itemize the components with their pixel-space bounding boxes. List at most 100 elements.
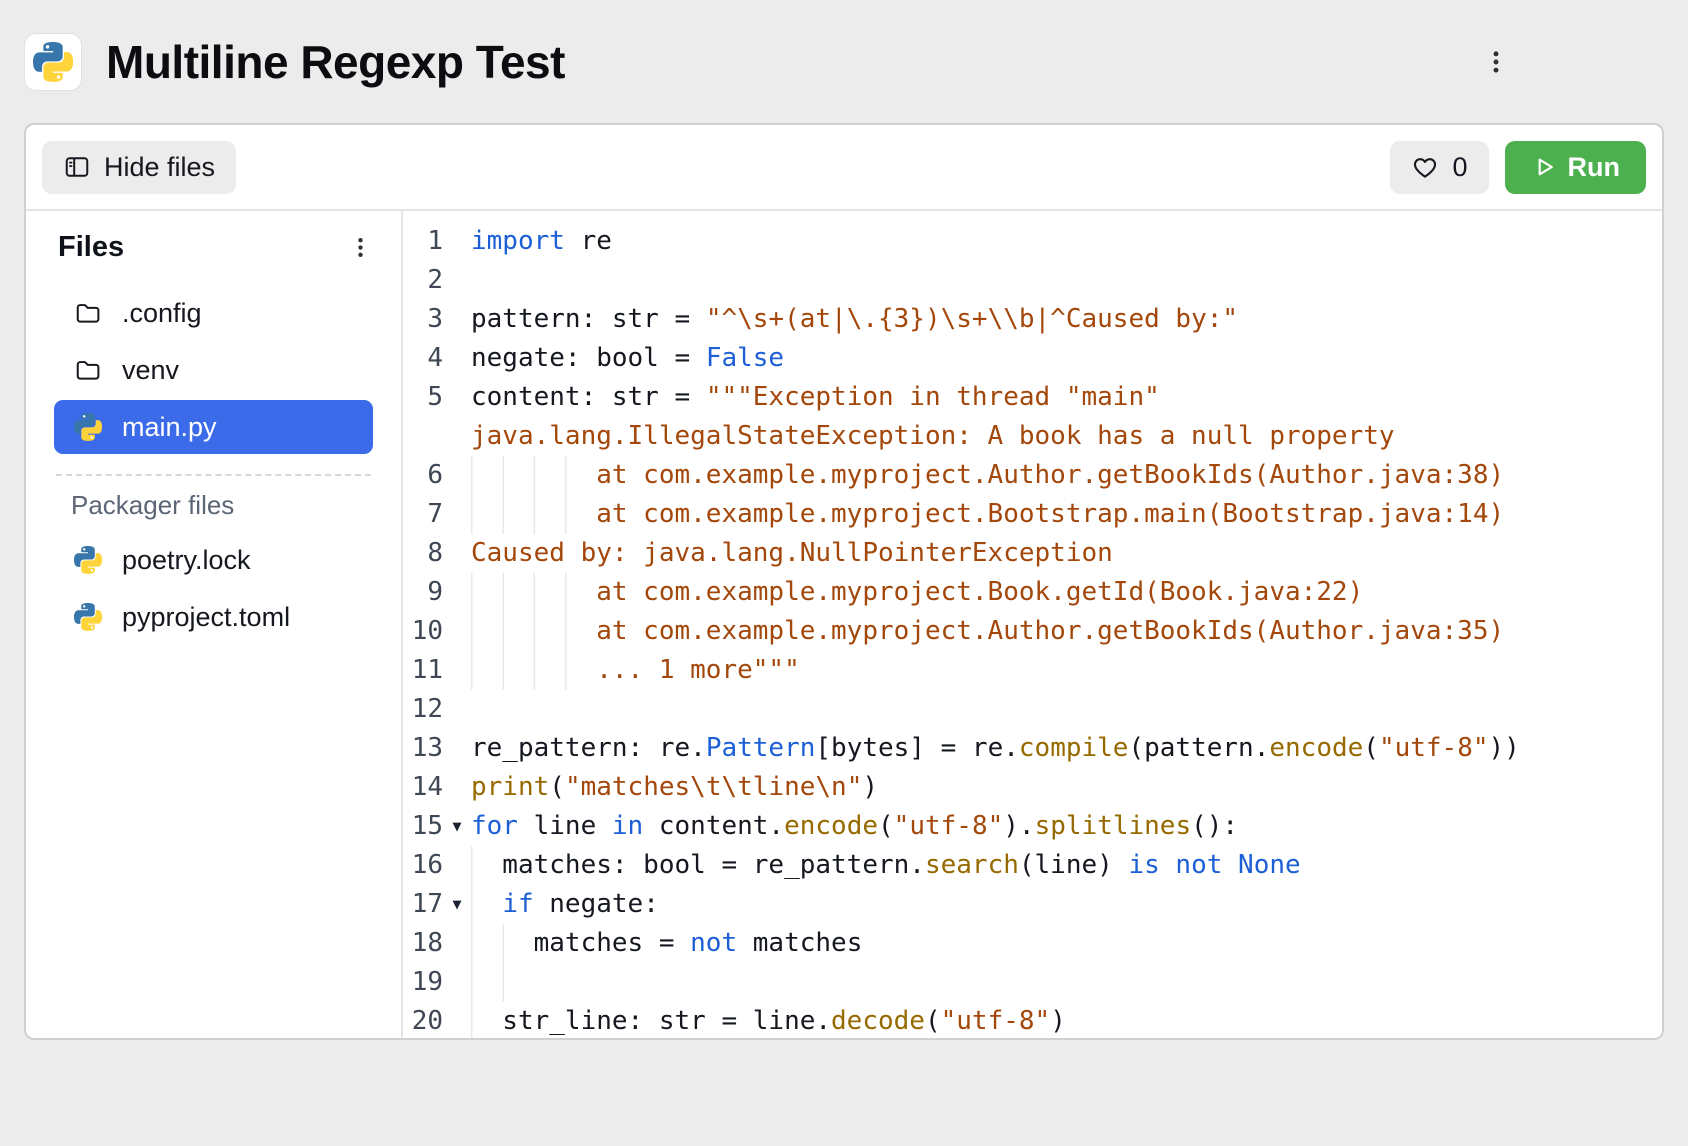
code-line: 13re_pattern: re.Pattern[bytes] = re.com… <box>407 729 1662 768</box>
code-line: 11 ... 1 more""" <box>407 651 1662 690</box>
token-plain: ( <box>1363 733 1379 763</box>
line-number: 6 <box>407 456 443 495</box>
line-number: 9 <box>407 573 443 612</box>
code-line: 9 at com.example.myproject.Book.getId(Bo… <box>407 573 1662 612</box>
token-str: at com.example.myproject.Book.getId(Book… <box>471 577 1363 607</box>
run-button[interactable]: Run <box>1505 141 1646 194</box>
line-number: 10 <box>407 612 443 651</box>
line-number: 4 <box>407 339 443 378</box>
line-number: 11 <box>407 651 443 690</box>
sidebar-item-poetry-lock[interactable]: poetry.lock <box>54 533 373 587</box>
code-text: pattern: str = "^\s+(at|\.{3})\s+\\b|^Ca… <box>471 300 1662 339</box>
code-text: at com.example.myproject.Author.getBookI… <box>471 612 1662 651</box>
file-label: main.py <box>122 412 217 443</box>
files-menu-button[interactable] <box>344 231 377 264</box>
file-label: venv <box>122 355 179 386</box>
indent-guides <box>471 573 592 612</box>
fold-spacer <box>443 261 471 300</box>
token-plain <box>1160 850 1176 880</box>
files-header: Files <box>26 231 401 264</box>
indent-guides <box>471 885 498 924</box>
token-plain: matches: bool = re_pattern. <box>471 850 925 880</box>
line-number: 8 <box>407 534 443 573</box>
code-line: java.lang.IllegalStateException: A book … <box>407 417 1662 456</box>
code-line: 8 Caused by: java.lang.NullPointerExcepti… <box>407 534 1662 573</box>
token-func: print <box>471 772 549 802</box>
code-line: 19 <box>407 963 1662 1002</box>
indent-guides <box>471 456 592 495</box>
app-header: Multiline Regexp Test <box>0 0 1688 123</box>
token-func: search <box>925 850 1019 880</box>
header-menu-button[interactable] <box>1476 42 1516 82</box>
token-str: "matches\t\tline\n" <box>565 772 862 802</box>
indent-guides <box>471 963 530 1002</box>
folder-icon <box>74 356 102 384</box>
token-kw: if <box>502 889 533 919</box>
token-plain: pattern: str = <box>471 304 706 334</box>
line-number: 7 <box>407 495 443 534</box>
token-plain: re <box>565 226 612 256</box>
files-panel-icon <box>63 153 91 181</box>
python-file-icon <box>74 546 102 574</box>
code-line: 14 print("matches\t\tline\n") <box>407 768 1662 807</box>
hide-files-button[interactable]: Hide files <box>42 141 236 194</box>
token-kw: None <box>1238 850 1301 880</box>
sidebar-item-config[interactable]: .config <box>54 286 373 340</box>
line-number: 14 <box>407 768 443 807</box>
line-number: 5 <box>407 378 443 417</box>
code-text: matches: bool = re_pattern.search(line) … <box>471 846 1662 885</box>
toolbar: Hide files 0 Run <box>26 125 1662 211</box>
token-plain: ( <box>549 772 565 802</box>
token-plain: ) <box>862 772 878 802</box>
python-file-icon <box>74 413 102 441</box>
sidebar-item-pyproject-toml[interactable]: pyproject.toml <box>54 590 373 644</box>
code-text: matches = not matches <box>471 924 1662 963</box>
code-line: 16 matches: bool = re_pattern.search(lin… <box>407 846 1662 885</box>
token-func: encode <box>1269 733 1363 763</box>
token-plain <box>1222 850 1238 880</box>
code-text: ... 1 more""" <box>471 651 1662 690</box>
fold-spacer <box>443 768 471 807</box>
token-plain: content. <box>643 811 784 841</box>
code-line: 6 at com.example.myproject.Author.getBoo… <box>407 456 1662 495</box>
code-text: print("matches\t\tline\n") <box>471 768 1662 807</box>
indent-guides <box>471 651 592 690</box>
line-number: 20 <box>407 1002 443 1038</box>
code-text: import re <box>471 222 1662 261</box>
token-str: "^\s+(at|\.{3})\s+\\b|^Caused by:" <box>706 304 1238 334</box>
token-str: at com.example.myproject.Author.getBookI… <box>471 616 1504 646</box>
sidebar-item-main-py[interactable]: main.py <box>54 400 373 454</box>
token-func: compile <box>1019 733 1129 763</box>
token-kw: not <box>690 928 737 958</box>
code-line: 12 <box>407 690 1662 729</box>
line-number: 16 <box>407 846 443 885</box>
code-text: at com.example.myproject.Book.getId(Book… <box>471 573 1662 612</box>
code-text <box>471 690 1662 729</box>
token-kw: for <box>471 811 518 841</box>
token-str: "utf-8" <box>894 811 1004 841</box>
token-plain: (pattern. <box>1128 733 1269 763</box>
sidebar-item-venv[interactable]: venv <box>54 343 373 397</box>
code-text: Caused by: java.lang.NullPointerExceptio… <box>471 534 1662 573</box>
fold-spacer <box>443 222 471 261</box>
page-title: Multiline Regexp Test <box>106 35 565 89</box>
indent-guides <box>471 924 530 963</box>
token-plain: (line) <box>1019 850 1129 880</box>
code-editor[interactable]: 1import re23pattern: str = "^\s+(at|\.{3… <box>403 211 1662 1038</box>
packager-files-title: Packager files <box>26 490 401 521</box>
fold-spacer <box>443 300 471 339</box>
like-button[interactable]: 0 <box>1390 141 1488 194</box>
kebab-menu-icon <box>348 235 373 260</box>
token-plain: content: str = <box>471 382 706 412</box>
fold-spacer <box>443 651 471 690</box>
code-text: at com.example.myproject.Author.getBookI… <box>471 456 1662 495</box>
fold-arrow-icon[interactable]: ▼ <box>443 885 471 924</box>
code-text: str_line: str = line.decode("utf-8") <box>471 1002 1662 1038</box>
line-number: 1 <box>407 222 443 261</box>
code-line: 18 matches = not matches <box>407 924 1662 963</box>
play-icon <box>1531 154 1557 180</box>
fold-arrow-icon[interactable]: ▼ <box>443 807 471 846</box>
run-label: Run <box>1568 152 1620 183</box>
code-line: 4negate: bool = False <box>407 339 1662 378</box>
code-text: for line in content.encode("utf-8").spli… <box>471 807 1662 846</box>
